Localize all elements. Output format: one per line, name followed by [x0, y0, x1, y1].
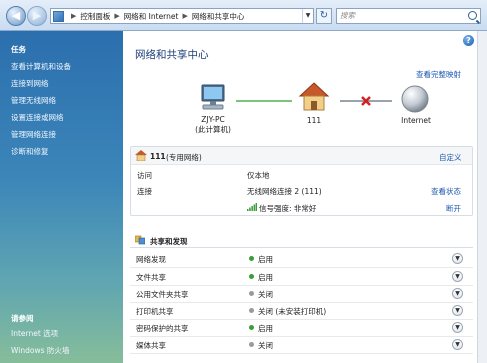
sharing-row-value: 关闭 (未安装打印机) [258, 307, 327, 316]
sharing-row-name: 网络发现 [136, 255, 166, 264]
sharing-row-value: 关闭 [258, 341, 273, 350]
status-dot-icon [249, 291, 254, 296]
refresh-button[interactable]: ↻ [316, 8, 332, 24]
expand-chevron-icon[interactable]: ▼ [452, 322, 463, 333]
sharing-row-value: 关闭 [258, 290, 273, 299]
forward-button[interactable]: ▶ [27, 6, 47, 26]
network-name: 111 [150, 152, 166, 161]
disconnected-x-icon [361, 96, 371, 106]
sidebar-link-setup-connection[interactable]: 设置连接或网络 [11, 112, 64, 123]
sharing-row-name: 媒体共享 [136, 341, 166, 350]
view-full-map-link[interactable]: 查看完整映射 [416, 69, 461, 80]
sidebar-link-view-computers[interactable]: 查看计算机和设备 [11, 61, 71, 72]
sharing-row-value: 启用 [258, 255, 273, 264]
sharing-heading: 共享和发现 [150, 237, 188, 246]
view-status-link[interactable]: 查看状态 [431, 186, 461, 197]
help-icon[interactable]: ? [463, 35, 474, 46]
sharing-section-header: 共享和发现 [130, 232, 473, 248]
back-arrow-icon: ◀ [11, 9, 21, 22]
sidebar-link-manage-connections[interactable]: 管理网络连接 [11, 129, 56, 140]
back-button[interactable]: ◀ [6, 6, 26, 26]
breadcrumb-item-network-internet[interactable]: 网络和 Internet [124, 11, 179, 22]
sharing-row-value: 启用 [258, 273, 273, 282]
computer-name-label: ZJY-PC [201, 115, 225, 124]
chevron-right-icon[interactable]: ▶ [182, 12, 187, 20]
computer-icon[interactable] [197, 84, 229, 114]
connection-line-computer-network [236, 100, 292, 102]
search-input[interactable]: 搜索 [336, 8, 481, 24]
internet-globe-icon[interactable] [400, 84, 430, 114]
sharing-row-value: 启用 [258, 324, 273, 333]
tasks-heading: 任务 [11, 45, 26, 54]
chevron-right-icon[interactable]: ▶ [114, 12, 119, 20]
expand-chevron-icon[interactable]: ▼ [452, 288, 463, 299]
control-panel-icon [53, 10, 64, 22]
sidebar-link-manage-wireless[interactable]: 管理无线网络 [11, 95, 56, 106]
access-value: 仅本地 [247, 171, 270, 180]
sharing-row[interactable]: 打印机共享 关闭 (未安装打印机) ▼ [130, 302, 473, 320]
chevron-down-icon[interactable]: ▼ [302, 9, 313, 23]
sharing-row-name: 公用文件夹共享 [136, 290, 189, 299]
sidebar-link-internet-options[interactable]: Internet 选项 [11, 328, 58, 339]
internet-label: Internet [401, 116, 431, 125]
status-dot-icon [249, 274, 254, 279]
breadcrumb[interactable]: ▶ 控制面板 ▶ 网络和 Internet ▶ 网络和共享中心 ▼ [50, 8, 314, 24]
expand-chevron-icon[interactable]: ▼ [452, 253, 463, 264]
sharing-row-name: 密码保护的共享 [136, 324, 189, 333]
vertical-scrollbar[interactable] [477, 31, 487, 363]
connection-label: 连接 [137, 187, 152, 196]
sidebar-link-connect-network[interactable]: 连接到网络 [11, 78, 49, 89]
house-network-icon[interactable] [298, 81, 330, 113]
breadcrumb-item-sharing-center[interactable]: 网络和共享中心 [192, 11, 245, 22]
network-type: (专用网络) [166, 153, 202, 162]
expand-chevron-icon[interactable]: ▼ [452, 339, 463, 350]
status-dot-icon [249, 342, 254, 347]
sharing-row[interactable]: 媒体共享 关闭 ▼ [130, 336, 473, 354]
search-icon[interactable] [468, 11, 477, 20]
status-dot-icon [249, 308, 254, 313]
chevron-right-icon[interactable]: ▶ [71, 12, 76, 20]
signal-strength-icon [247, 203, 257, 211]
sidebar: 任务 查看计算机和设备 连接到网络 管理无线网络 设置连接或网络 管理网络连接 … [0, 31, 123, 363]
breadcrumb-item-control-panel[interactable]: 控制面板 [80, 11, 110, 22]
connection-value: 无线网络连接 2 (111) [247, 187, 322, 196]
sharing-icon [135, 235, 145, 245]
signal-strength-text: 信号强度: 非常好 [259, 204, 317, 213]
sidebar-link-diagnose-repair[interactable]: 诊断和修复 [11, 146, 49, 157]
expand-chevron-icon[interactable]: ▼ [452, 305, 463, 316]
disconnect-link[interactable]: 断开 [446, 203, 461, 214]
access-label: 访问 [137, 171, 152, 180]
computer-sub-label: (此计算机) [195, 125, 231, 134]
sharing-row-name: 文件共享 [136, 273, 166, 282]
sidebar-link-windows-firewall[interactable]: Windows 防火墙 [11, 345, 69, 356]
house-small-icon [135, 150, 147, 161]
refresh-icon: ↻ [319, 10, 329, 21]
sharing-row-name: 打印机共享 [136, 307, 174, 316]
see-also-heading: 请参阅 [11, 314, 34, 323]
address-bar: ◀ ▶ ▶ 控制面板 ▶ 网络和 Internet ▶ 网络和共享中心 ▼ ↻ … [0, 0, 487, 31]
sharing-row[interactable]: 公用文件夹共享 关闭 ▼ [130, 285, 473, 303]
status-dot-icon [249, 325, 254, 330]
search-placeholder: 搜索 [340, 11, 355, 20]
status-dot-icon [249, 256, 254, 261]
customize-link[interactable]: 自定义 [439, 152, 462, 163]
sharing-row[interactable]: 文件共享 启用 ▼ [130, 268, 473, 286]
sharing-row[interactable]: 密码保护的共享 启用 ▼ [130, 319, 473, 337]
network-name-label: 111 [306, 116, 322, 125]
forward-arrow-icon: ▶ [32, 9, 42, 22]
sharing-row[interactable]: 网络发现 启用 ▼ [130, 250, 473, 268]
expand-chevron-icon[interactable]: ▼ [452, 271, 463, 282]
page-title: 网络和共享中心 [135, 49, 209, 61]
